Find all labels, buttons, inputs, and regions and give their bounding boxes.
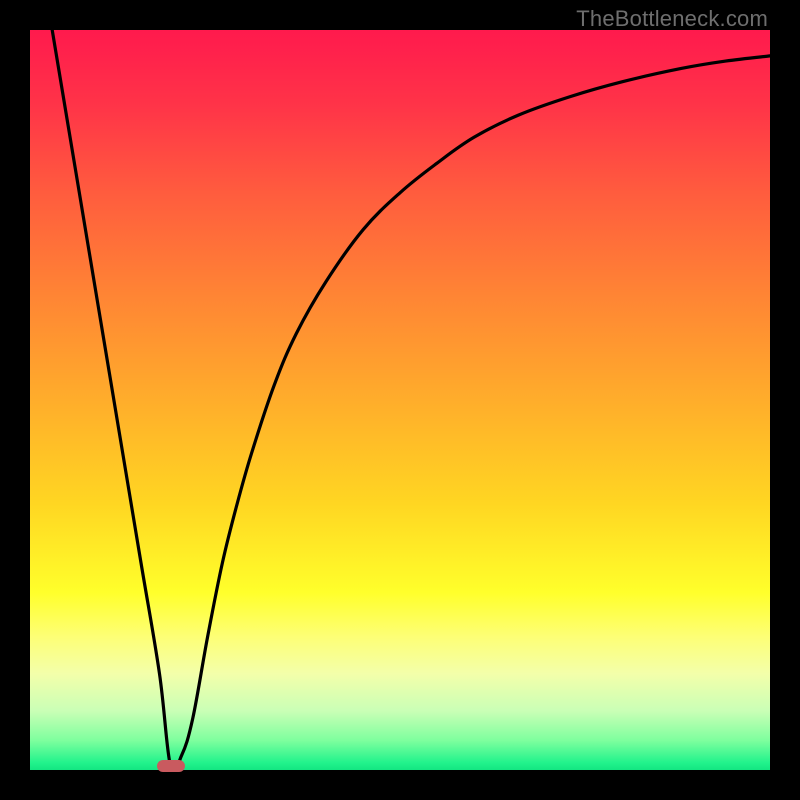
curve-path: [52, 30, 770, 772]
plot-area: [30, 30, 770, 770]
bottleneck-curve: [30, 30, 770, 770]
watermark-label: TheBottleneck.com: [576, 6, 768, 32]
minimum-marker: [157, 760, 185, 772]
chart-frame: TheBottleneck.com: [0, 0, 800, 800]
